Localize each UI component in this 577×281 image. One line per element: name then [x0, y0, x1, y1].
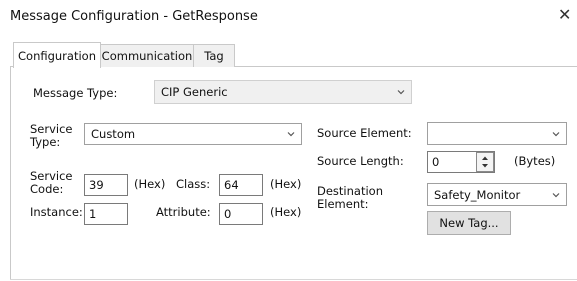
destination-element-value: Safety_Monitor — [434, 187, 521, 202]
class-hex-label: (Hex) — [270, 177, 302, 191]
panel-border — [10, 66, 11, 279]
attribute-label: Attribute: — [156, 205, 211, 219]
class-label: Class: — [176, 177, 211, 191]
message-type-select[interactable]: CIP Generic — [154, 80, 412, 104]
service-code-field[interactable]: 39 — [84, 174, 128, 196]
chevron-down-icon — [552, 131, 560, 136]
service-type-label-line2: Type: — [30, 135, 61, 149]
tab-label: Tag — [204, 49, 224, 63]
message-type-label: Message Type: — [33, 86, 118, 100]
window-title: Message Configuration - GetResponse — [10, 9, 258, 24]
chevron-down-icon — [552, 192, 560, 197]
service-type-value: Custom — [91, 127, 136, 141]
tab-configuration[interactable]: Configuration — [13, 42, 101, 68]
spin-arrows-glyph — [482, 156, 488, 168]
message-type-value: CIP Generic — [161, 85, 228, 99]
source-length-value: 0 — [432, 155, 440, 169]
class-field[interactable]: 64 — [219, 174, 263, 196]
instance-field[interactable]: 1 — [84, 203, 128, 225]
tab-label: Communication — [101, 49, 193, 63]
source-element-select[interactable] — [427, 122, 567, 145]
new-tag-button[interactable]: New Tag... — [427, 211, 511, 235]
source-length-label: Source Length: — [317, 154, 404, 168]
service-code-label-line2: Code: — [30, 182, 64, 196]
service-code-hex-label: (Hex) — [134, 177, 166, 191]
close-icon[interactable]: ✕ — [558, 5, 571, 24]
instance-label: Instance: — [30, 205, 83, 219]
chevron-down-icon — [287, 132, 295, 137]
tab-tag[interactable]: Tag — [193, 44, 235, 67]
tab-label: Configuration — [18, 48, 96, 63]
panel-border-bottom — [10, 279, 577, 280]
attribute-field[interactable]: 0 — [219, 203, 263, 225]
service-type-select[interactable]: Custom — [84, 123, 302, 145]
attribute-hex-label: (Hex) — [270, 205, 302, 219]
source-element-label: Source Element: — [317, 126, 412, 140]
tab-communication[interactable]: Communication — [100, 44, 194, 67]
source-length-field[interactable]: 0 — [427, 151, 495, 173]
spin-arrows-icon[interactable] — [476, 152, 494, 172]
destination-element-select[interactable]: Safety_Monitor — [427, 183, 567, 206]
bytes-label: (Bytes) — [514, 154, 556, 168]
chevron-down-icon — [397, 90, 405, 95]
destination-label-line2: Element: — [317, 197, 369, 211]
